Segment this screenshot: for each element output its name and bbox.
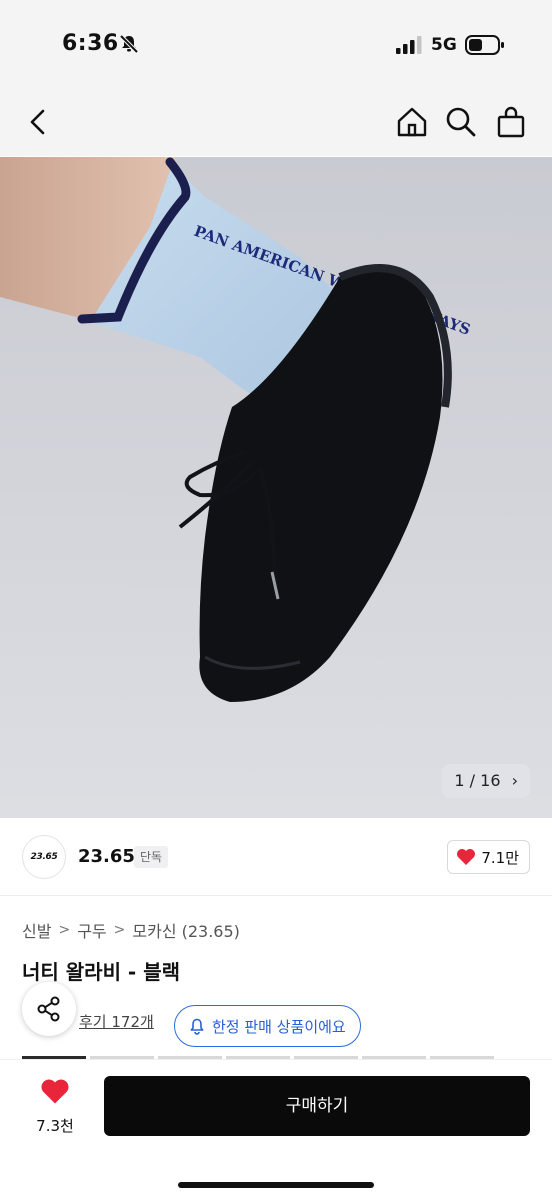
shopping-bag-icon[interactable] [495,106,527,138]
bell-icon [190,1018,204,1035]
status-time: 6:36 [62,31,119,56]
breadcrumb-item[interactable]: 신발 [22,918,51,942]
back-chevron-icon[interactable] [22,106,54,138]
wishlist-count: 7.3천 [36,1117,74,1135]
limited-sale-label: 한정 판매 상품이에요 [212,1017,346,1036]
brand-logo-text: 23.65 [30,852,58,862]
breadcrumb-item[interactable]: 구두 [77,918,106,942]
breadcrumb-item[interactable]: 모카신 (23.65) [132,918,240,942]
breadcrumb: 신발 > 구두 > 모카신 (23.65) [22,918,240,942]
network-type: 5G [431,35,457,55]
bottom-purchase-bar: 7.3천 구매하기 [0,1060,552,1200]
signal-icon [396,36,422,54]
image-pager[interactable]: 1 / 16 › [442,764,530,798]
product-title: 너티 왈라비 - 블랙 [22,960,180,984]
brand-name[interactable]: 23.65 [78,846,135,867]
wishlist-button[interactable]: 7.3천 [28,1078,82,1136]
product-photo: PAN AMERICAN WORLD AIRWAYS [0,157,552,818]
search-icon[interactable] [445,106,477,138]
heart-icon [41,1079,69,1104]
brand-logo[interactable]: 23.65 [22,835,66,879]
buy-button[interactable]: 구매하기 [104,1076,530,1136]
review-count-link[interactable]: 후기 172개 [79,1011,154,1032]
breadcrumb-separator: > [113,922,126,938]
brand-like-button[interactable]: 7.1만 [447,840,530,874]
status-bar: 6:36 5G [0,0,552,90]
product-image-carousel[interactable]: PAN AMERICAN WORLD AIRWAYS 1 / 16 › [0,157,552,818]
chevron-right-icon: › [511,771,518,790]
bell-muted-icon [119,34,139,54]
battery-icon [465,35,504,55]
share-icon [37,996,60,1022]
exclusive-badge: 단독 [134,846,169,868]
brand-like-count: 7.1만 [481,848,519,867]
limited-sale-button[interactable]: 한정 판매 상품이에요 [174,1005,361,1047]
home-icon[interactable] [396,106,428,138]
home-indicator [178,1182,374,1188]
share-button[interactable] [22,982,76,1036]
heart-icon [457,849,476,865]
brand-row: 23.65 23.65 단독 7.1만 [0,818,552,896]
pager-text: 1 / 16 [454,771,501,790]
breadcrumb-separator: > [58,922,71,938]
top-navigation [0,90,552,156]
